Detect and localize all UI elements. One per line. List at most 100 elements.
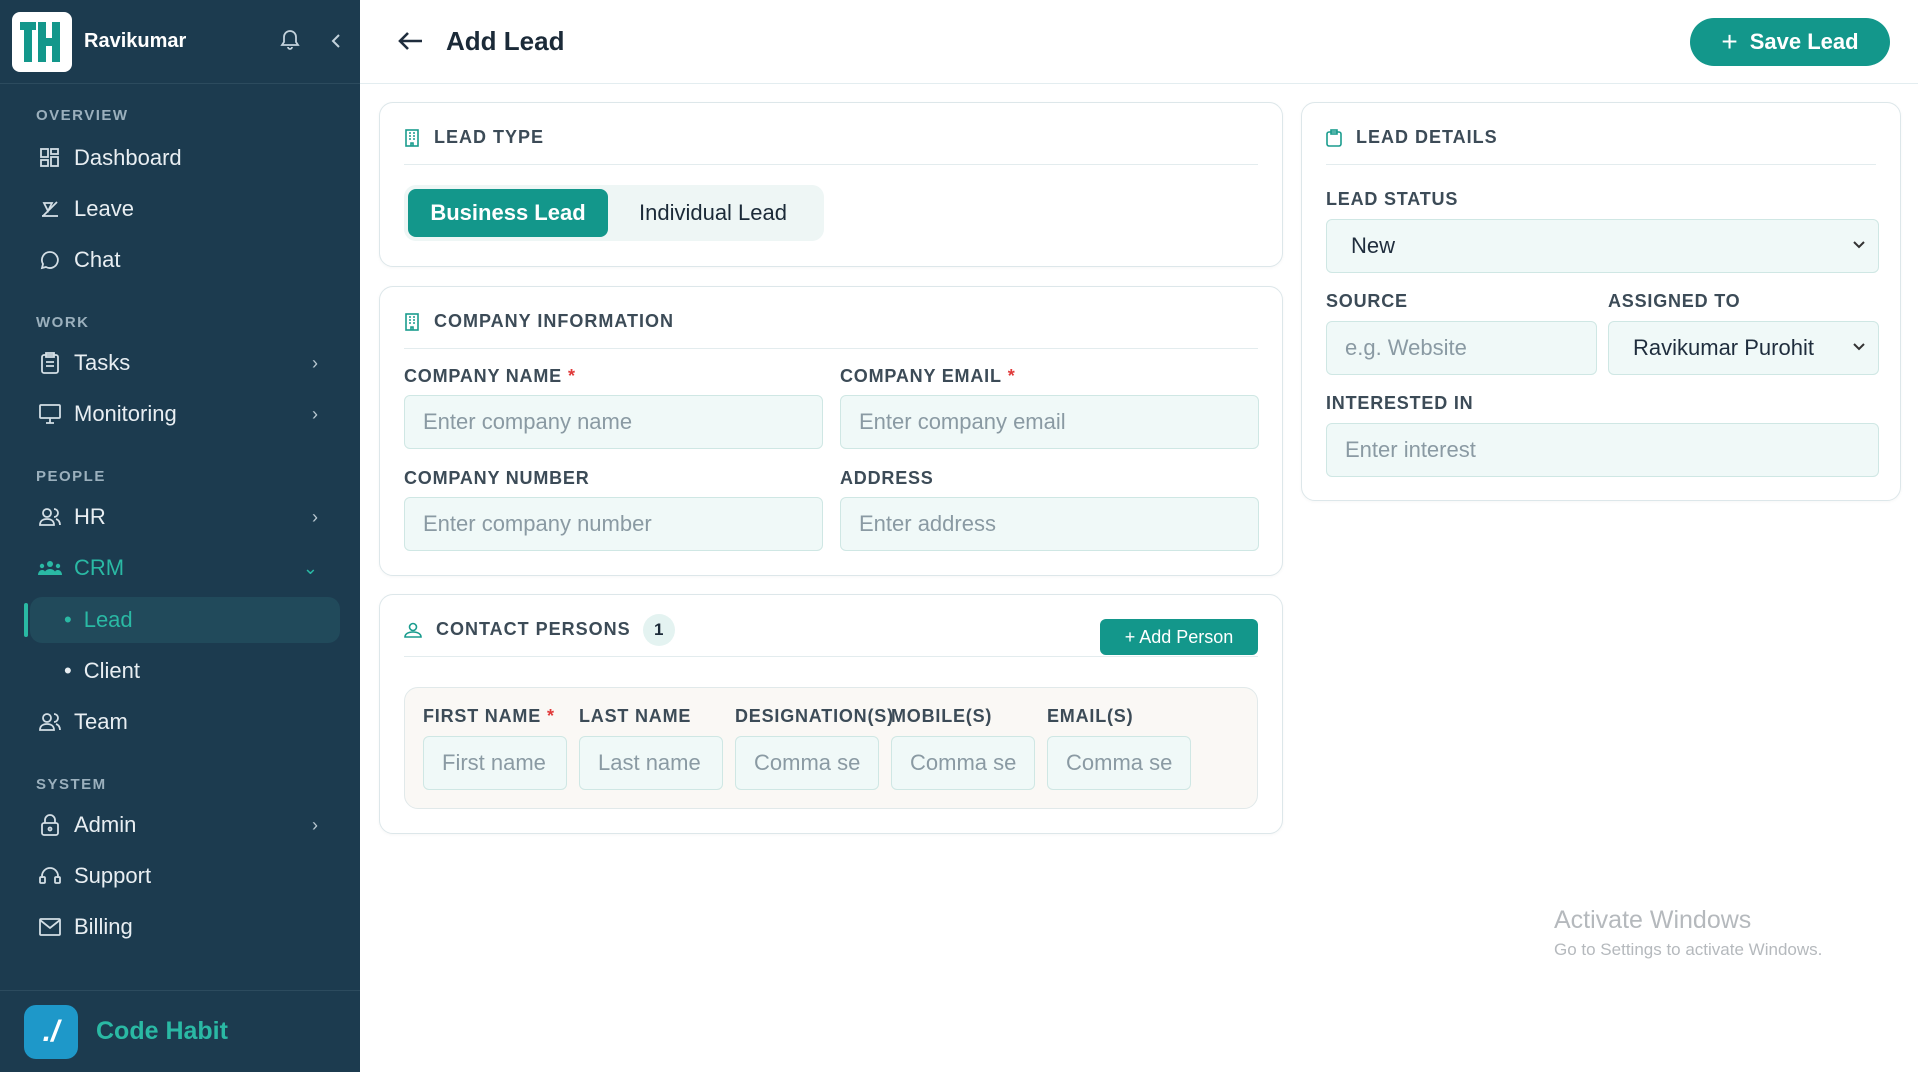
company-info-card: COMPANY INFORMATION COMPANY NAME* COMPAN… [379,286,1283,576]
username: Ravikumar [84,30,187,52]
first-name-input[interactable] [423,736,567,790]
sidebar-item-label: CRM [74,555,125,580]
individual-lead-tab[interactable]: Individual Lead [608,189,818,237]
leave-icon [38,197,62,221]
sidebar-subitem-lead[interactable]: • Lead [24,597,340,643]
sidebar-subitem-client[interactable]: • Client [30,648,340,694]
chevron-right-icon: › [312,506,318,527]
building-icon [404,128,420,147]
label-text: COMPANY EMAIL [840,366,1002,386]
address-input[interactable] [840,497,1259,551]
source-label: SOURCE [1326,291,1408,311]
sidebar-item-tasks[interactable]: Tasks › [24,340,340,386]
sidebar-item-team[interactable]: Team [24,699,340,745]
source-input[interactable] [1326,321,1597,375]
email-input[interactable] [1047,736,1191,790]
section-work: WORK [36,314,90,331]
card-title-text: COMPANY INFORMATION [434,311,674,331]
designation-input[interactable] [735,736,879,790]
collapse-chevron-icon[interactable] [324,29,348,55]
company-name-label: COMPANY NAME * [404,366,576,387]
sidebar-item-billing[interactable]: Billing [24,904,340,950]
interested-in-input[interactable] [1326,423,1879,477]
chevron-down-icon: ⌄ [302,557,318,578]
plus-icon: + [1721,26,1738,57]
app-logo[interactable] [12,11,72,72]
assigned-to-select[interactable]: Ravikumar Purohit [1608,321,1879,375]
chevron-down-icon [1852,237,1866,255]
sidebar-item-label: Leave [74,196,134,221]
clipboard-icon [1326,128,1342,147]
lead-type-card: LEAD TYPE Business Lead Individual Lead [379,102,1283,267]
company-number-input[interactable] [404,497,823,551]
save-lead-button[interactable]: + Save Lead [1690,18,1890,66]
bullet-icon: • [64,607,72,632]
sidebar-item-label: Tasks [74,350,131,375]
lead-status-label: LEAD STATUS [1326,189,1459,209]
sidebar-item-hr[interactable]: HR › [24,494,340,540]
lead-status-select[interactable]: New [1326,219,1879,273]
required-asterisk: * [547,706,555,726]
sidebar-item-support[interactable]: Support [24,853,340,899]
headset-icon [38,864,62,888]
business-lead-tab[interactable]: Business Lead [408,189,608,237]
address-label: ADDRESS [840,468,934,488]
sidebar-item-label: Chat [74,247,121,272]
email-label: EMAIL(S) [1047,706,1134,726]
sidebar-item-admin[interactable]: Admin › [24,802,340,848]
grid-icon [38,146,62,170]
users-icon [38,505,62,529]
add-person-button[interactable]: + Add Person [1100,619,1258,655]
mobile-input[interactable] [891,736,1035,790]
section-people: PEOPLE [36,468,106,485]
sidebar-item-chat[interactable]: Chat [24,237,340,283]
activate-windows-subtitle: Go to Settings to activate Windows. [1554,940,1823,959]
mail-icon [38,915,62,939]
first-name-label: FIRST NAME * [423,706,555,727]
bell-icon[interactable] [278,28,302,56]
card-title-text: LEAD DETAILS [1356,127,1498,147]
topbar: Add Lead + Save Lead [360,0,1918,84]
lead-details-card: LEAD DETAILS LEAD STATUS New SOURCE ASSI… [1301,102,1901,501]
interested-in-label: INTERESTED IN [1326,393,1474,413]
sidebar-item-leave[interactable]: Leave [24,186,340,232]
card-title: LEAD DETAILS [1326,125,1876,165]
sidebar-item-label: Dashboard [74,145,182,170]
designation-label: DESIGNATION(S) [735,706,894,726]
clipboard-icon [38,351,62,375]
sidebar-header: Ravikumar [0,0,360,84]
crm-group-icon [38,556,62,580]
card-title-text: CONTACT PERSONS [436,619,631,639]
sidebar-item-label: Support [74,863,152,888]
team-icon [38,710,62,734]
sidebar-item-monitoring[interactable]: Monitoring › [24,391,340,437]
person-icon [404,622,422,638]
sidebar-item-label: Client [83,658,140,683]
contact-person-row: FIRST NAME * LAST NAME DESIGNATION(S) MOB… [404,687,1258,809]
required-asterisk: * [567,366,576,386]
assigned-to-label: ASSIGNED TO [1608,291,1741,311]
contact-count-badge: 1 [642,613,675,646]
brand-logo-icon: ./ [24,1004,78,1059]
company-name-input[interactable] [404,395,823,449]
back-arrow-icon[interactable] [398,25,424,59]
card-title-text: LEAD TYPE [434,127,545,147]
last-name-input[interactable] [579,736,723,790]
section-system: SYSTEM [36,776,107,793]
chevron-right-icon: › [312,352,318,373]
save-lead-label: Save Lead [1749,29,1859,54]
sidebar-item-crm[interactable]: CRM ⌄ [24,545,340,591]
sidebar-item-label: Monitoring [74,401,177,426]
activate-windows-title: Activate Windows [1554,906,1752,934]
chat-icon [38,248,62,272]
brand-name: Code Habit [96,1017,228,1045]
company-email-input[interactable] [840,395,1259,449]
sidebar-item-dashboard[interactable]: Dashboard [24,135,340,181]
monitor-icon [38,402,62,426]
company-email-label: COMPANY EMAIL * [840,366,1016,387]
chevron-right-icon: › [312,403,318,424]
sidebar-footer: ./ Code Habit [0,990,360,1072]
assigned-to-value: Ravikumar Purohit [1633,335,1814,360]
mobile-label: MOBILE(S) [891,706,993,726]
last-name-label: LAST NAME [579,706,692,726]
